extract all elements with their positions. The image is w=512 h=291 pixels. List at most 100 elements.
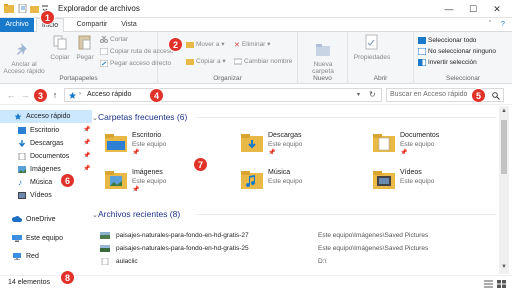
rename-button[interactable]: Cambiar nombre [234,57,292,66]
recent-file-name: paisajes-naturales-para-fondo-en-hd-grat… [116,232,249,239]
tab-vista[interactable]: Vista [114,18,144,32]
properties-icon[interactable] [18,4,28,13]
search-box[interactable]: Buscar en Acceso rápido [386,88,504,102]
callout-marker: 6 [60,173,75,188]
new-folder-icon[interactable] [30,4,40,13]
scroll-up-icon[interactable]: ▲ [499,108,509,114]
tab-compartir[interactable]: Compartir [72,18,112,32]
folder-tile[interactable]: Imágenes Este equipo 📌 [104,168,234,198]
up-button[interactable]: ↑ [50,89,60,101]
recent-file-row[interactable]: paisajes-naturales-para-fondo-en-hd-grat… [100,243,496,254]
folder-icon[interactable] [4,4,14,13]
music-folder-icon [241,171,263,189]
recent-file-row[interactable]: paisajes-naturales-para-fondo-en-hd-grat… [100,230,496,241]
pin-quick-access-button[interactable]: Anclar al Acceso rápido [2,34,46,75]
group-label-nuevo: Nuevo [313,75,332,82]
select-all-icon [418,36,426,44]
nav-item-red[interactable]: Red [0,250,92,263]
select-all-button[interactable]: Seleccionar todo [418,36,476,45]
address-path: Acceso rápido [87,91,132,98]
delete-icon: ✕ [234,41,240,49]
cloud-icon [12,216,22,222]
move-to-button[interactable]: Mover a ▾ [186,40,225,49]
tab-archivo[interactable]: Archivo [0,18,34,32]
group-label-seleccionar: Seleccionar [446,75,480,82]
nav-item-escritorio[interactable]: Escritorio 📌 [0,124,92,137]
window-title: Explorador de archivos [58,4,140,13]
scroll-down-icon[interactable]: ▼ [499,264,509,270]
nav-item-videos[interactable]: Vídeos [0,189,92,202]
nav-label: OneDrive [26,216,56,223]
address-dropdown-button[interactable]: ▾ [357,91,360,98]
forward-button[interactable]: → [20,89,30,101]
nav-item-onedrive[interactable]: OneDrive [0,213,92,226]
folder-location: Este equipo [132,178,167,185]
nav-label: Imágenes [30,166,61,173]
desktop-folder-icon [105,134,127,152]
paste-icon [78,35,91,50]
refresh-icon[interactable]: ↻ [369,90,376,99]
invert-selection-button[interactable]: Invertir selección [418,58,477,67]
cut-button[interactable]: Cortar [100,35,128,44]
large-icons-view-icon[interactable] [497,280,506,288]
collapse-recent-icon[interactable]: ⌄ [92,211,98,219]
paste-button[interactable]: Pegar [74,34,96,61]
paste-shortcut-icon [100,59,108,67]
new-folder-button[interactable]: Nueva carpeta [300,34,346,75]
copy-icon [53,35,67,50]
callout-marker: 8 [60,270,75,285]
nav-item-acceso-rapido[interactable]: Acceso rápido [0,110,92,123]
nav-label: Música [30,179,53,186]
delete-label: Eliminar [241,41,266,48]
back-button[interactable]: ← [6,89,16,101]
paste-label: Pegar [76,54,94,61]
group-portapapeles: Anclar al Acceso rápido Copiar Pegar Cor… [0,32,174,84]
address-bar[interactable]: › Acceso rápido ▾ ↻ [64,88,382,102]
minimize-button[interactable]: — [440,2,458,16]
section-divider [196,117,496,118]
select-none-button[interactable]: No seleccionar ninguno [418,47,496,56]
network-icon [13,253,21,260]
ribbon-toggle-button[interactable]: ˆ [484,18,496,32]
music-icon: ♪ [18,178,22,187]
folder-tile[interactable]: Descargas Este equipo 📌 [240,131,370,161]
nav-item-musica[interactable]: ♪ Música [0,176,92,189]
maximize-button[interactable]: ☐ [464,2,482,16]
close-button[interactable]: ✕ [488,2,506,16]
details-view-icon[interactable] [484,280,493,288]
pin-icon: 📌 [83,140,91,146]
rename-label: Cambiar nombre [244,58,293,65]
pin-label: Anclar al Acceso rápido [3,61,45,75]
properties-label: Propiedades [353,54,391,61]
nav-label: Documentos [30,153,70,160]
copy-to-icon [186,58,194,65]
recent-files-heading[interactable]: Archivos recientes (8) [98,209,180,219]
collapse-frequent-icon[interactable]: ⌄ [92,114,98,122]
folder-name: Vídeos [400,169,422,176]
nav-item-documentos[interactable]: Documentos 📌 [0,150,92,163]
folder-location: Este equipo [400,178,435,185]
nav-item-descargas[interactable]: Descargas 📌 [0,137,92,150]
scroll-thumb[interactable] [501,120,507,174]
copy-button[interactable]: Copiar [48,34,72,61]
nav-item-imagenes[interactable]: Imágenes 📌 [0,163,92,176]
copy-to-button[interactable]: Copiar a ▾ [186,57,226,66]
invert-selection-icon [418,58,426,66]
vertical-scrollbar[interactable]: ▲ ▼ [499,106,509,274]
nav-item-este-equipo[interactable]: Este equipo [0,232,92,245]
select-all-label: Seleccionar todo [428,37,477,44]
group-label-organizar: Organizar [213,75,242,82]
folder-tile[interactable]: Escritorio Este equipo 📌 [104,131,234,161]
search-icon [492,92,500,100]
folder-tile[interactable]: Vídeos Este equipo [372,168,502,198]
delete-button[interactable]: ✕ Eliminar ▾ [234,40,270,49]
callout-marker: 5 [471,88,486,103]
help-button[interactable]: ? [497,18,509,32]
properties-button[interactable]: Propiedades [352,34,392,61]
recent-file-row[interactable]: aulaclic D:\ [100,256,496,267]
star-icon [14,113,22,120]
nav-label: Escritorio [30,127,60,134]
folder-tile[interactable]: Documentos Este equipo 📌 [372,131,502,161]
folder-tile[interactable]: Música Este equipo [240,168,370,198]
frequent-folders-heading[interactable]: Carpetas frecuentes (6) [98,112,187,122]
